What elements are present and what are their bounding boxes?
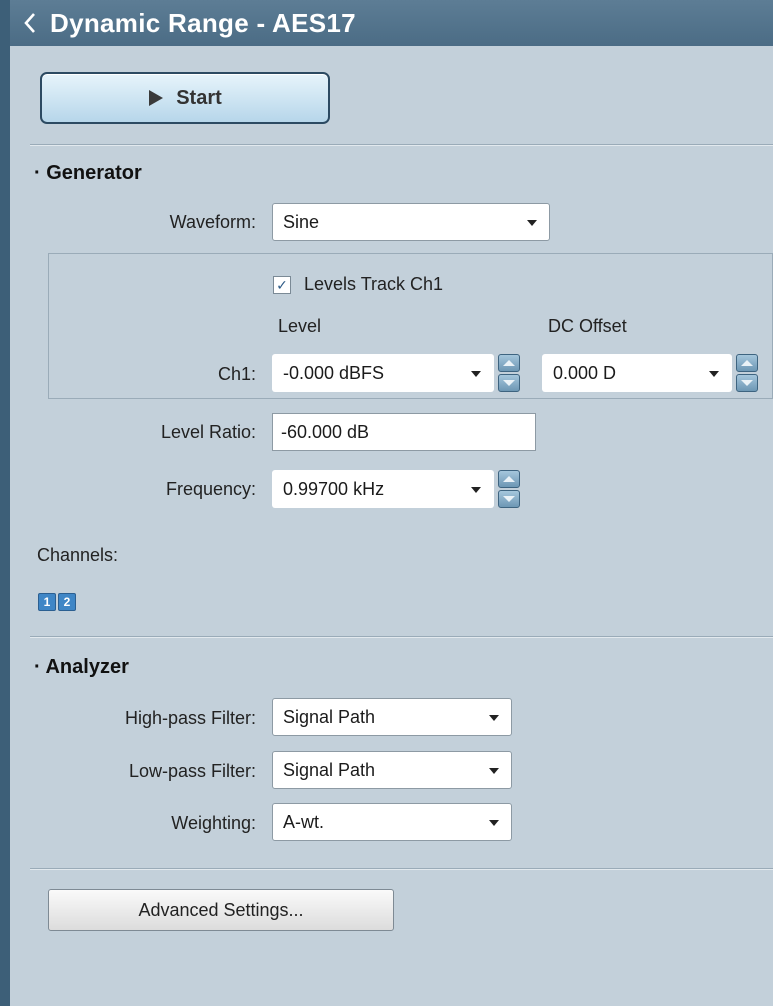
ch1-dc-offset-select[interactable]: 0.000 D — [542, 354, 732, 392]
dropdown-caret-icon — [527, 220, 537, 226]
low-pass-filter-value: Signal Path — [283, 759, 376, 780]
dropdown-caret-icon — [489, 768, 499, 774]
ch1-dc-offset-spinner-icon[interactable] — [736, 354, 758, 392]
spin-down-button[interactable] — [498, 490, 520, 508]
waveform-select[interactable]: Sine — [272, 203, 550, 241]
low-pass-filter-label: Low-pass Filter: — [128, 761, 256, 781]
generator-section-title[interactable]: · Generator — [34, 162, 142, 185]
waveform-label: Waveform: — [169, 212, 256, 232]
title-bar: Dynamic Range - AES17 — [10, 0, 773, 46]
spin-up-button[interactable] — [498, 354, 520, 372]
start-button[interactable]: Start — [40, 72, 330, 124]
channels-label: Channels: — [37, 545, 119, 565]
advanced-settings-button[interactable]: Advanced Settings... — [48, 889, 394, 931]
start-button-label: Start — [176, 86, 222, 109]
frequency-spinner-icon[interactable] — [498, 470, 520, 508]
ch1-label: Ch1: — [217, 364, 256, 384]
spin-down-button[interactable] — [736, 374, 758, 392]
levels-track-label: Levels Track Ch1 — [304, 274, 444, 294]
high-pass-filter-label: High-pass Filter: — [124, 708, 256, 728]
check-icon: ✓ — [276, 277, 288, 293]
high-pass-filter-value: Signal Path — [283, 706, 376, 727]
divider — [30, 144, 773, 146]
panel: Dynamic Range - AES17 Start · Generator … — [0, 0, 773, 1006]
dc-offset-column-header: DC Offset — [548, 316, 627, 336]
low-pass-filter-select[interactable]: Signal Path — [272, 751, 512, 789]
spin-down-button[interactable] — [498, 374, 520, 392]
ch1-level-select[interactable]: -0.000 dBFS — [272, 354, 494, 392]
play-icon — [149, 90, 164, 106]
generator-title: Generator — [46, 162, 142, 184]
divider — [30, 636, 773, 638]
frequency-select[interactable]: 0.99700 kHz — [272, 470, 494, 508]
ch1-level-spinner-icon[interactable] — [498, 354, 520, 392]
analyzer-section-title[interactable]: · Analyzer — [34, 656, 129, 679]
ch1-level-value: -0.000 dBFS — [283, 362, 385, 383]
high-pass-filter-select[interactable]: Signal Path — [272, 698, 512, 736]
level-ratio-label: Level Ratio: — [160, 422, 256, 442]
dropdown-caret-icon — [471, 371, 481, 377]
level-column-header: Level — [278, 316, 322, 336]
frequency-label: Frequency: — [165, 479, 256, 499]
spin-up-button[interactable] — [736, 354, 758, 372]
bullet: · — [34, 162, 47, 184]
waveform-value: Sine — [283, 211, 320, 232]
level-ratio-input[interactable]: -60.000 dB — [272, 413, 536, 451]
dropdown-caret-icon — [489, 715, 499, 721]
channel-2-button[interactable]: 2 — [58, 593, 76, 611]
dropdown-caret-icon — [471, 487, 481, 493]
weighting-label: Weighting: — [171, 813, 256, 833]
dropdown-caret-icon — [489, 820, 499, 826]
spin-up-button[interactable] — [498, 470, 520, 488]
dropdown-caret-icon — [709, 371, 719, 377]
bullet: · — [34, 656, 46, 678]
analyzer-title: Analyzer — [45, 656, 129, 678]
frequency-value: 0.99700 kHz — [283, 478, 385, 499]
weighting-value: A-wt. — [283, 811, 325, 832]
weighting-select[interactable]: A-wt. — [272, 803, 512, 841]
page-title: Dynamic Range - AES17 — [50, 7, 356, 38]
channel-1-button[interactable]: 1 — [38, 593, 56, 611]
back-chevron-icon[interactable] — [10, 0, 50, 46]
divider — [30, 868, 773, 870]
ch1-dc-offset-value: 0.000 D — [553, 362, 617, 383]
levels-track-checkbox[interactable]: ✓ — [273, 276, 291, 294]
